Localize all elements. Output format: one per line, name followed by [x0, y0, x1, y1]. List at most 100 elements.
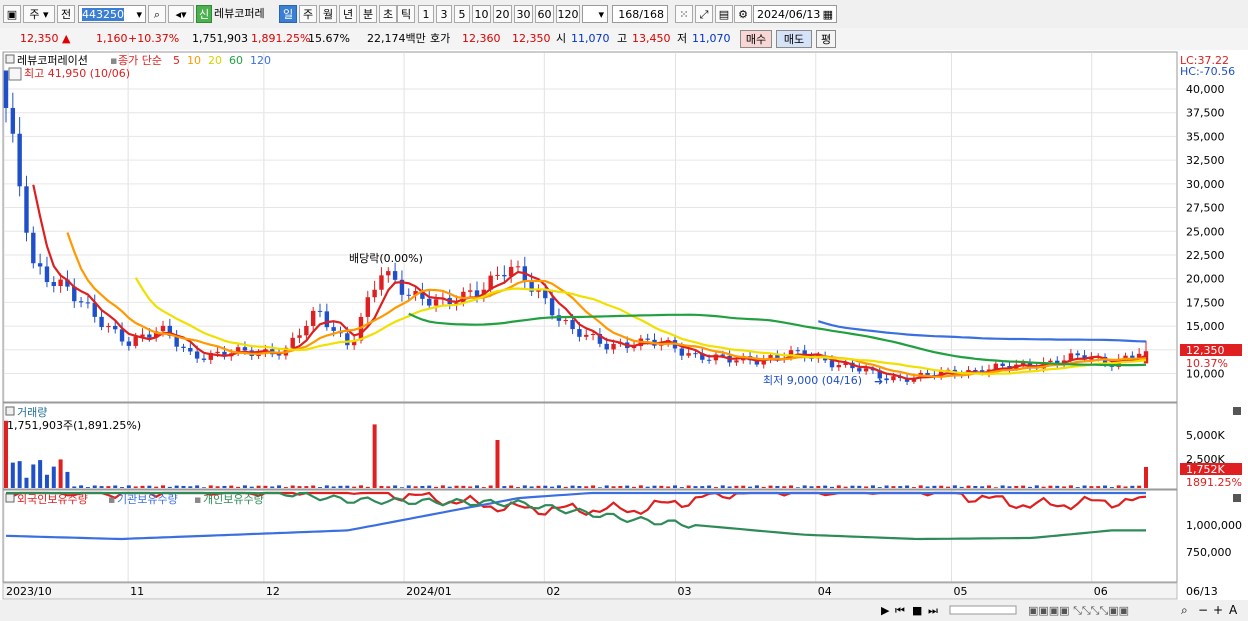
- zoom-out-icon[interactable]: −: [1198, 603, 1208, 617]
- forward-icon[interactable]: ⏭: [928, 604, 938, 617]
- tab-tick[interactable]: 틱: [397, 5, 415, 23]
- volume-bar: [870, 485, 875, 488]
- speaker-icon[interactable]: ◂▾: [168, 5, 194, 23]
- price-value: 12,350: [20, 32, 59, 45]
- count-field[interactable]: 168/168: [612, 5, 668, 23]
- tab-second[interactable]: 초: [379, 5, 397, 23]
- eval-button[interactable]: 평: [816, 30, 836, 48]
- volume-bar: [556, 485, 561, 488]
- candle-body: [549, 298, 555, 316]
- scroll-slider[interactable]: [949, 605, 1017, 615]
- volume-bar: [379, 485, 384, 488]
- tab-day[interactable]: 일: [279, 5, 297, 23]
- high-value: 13,450: [632, 32, 671, 45]
- volume-bar: [515, 487, 520, 488]
- tab-year[interactable]: 년: [339, 5, 357, 23]
- calendar-icon[interactable]: [8, 67, 22, 81]
- zoom-in-icon[interactable]: +: [1213, 603, 1223, 617]
- interval-20[interactable]: 20: [493, 5, 512, 23]
- date-input[interactable]: 2024/06/13 ▦: [753, 5, 837, 23]
- volume-bar: [297, 486, 302, 488]
- volume-bar: [1034, 485, 1039, 488]
- interval-1[interactable]: 1: [418, 5, 434, 23]
- holding-axis-1000000: 1,000,000: [1186, 519, 1242, 532]
- volume-bar: [591, 485, 596, 488]
- tab-week[interactable]: 주: [299, 5, 317, 23]
- current-price: 12,350 ▲: [20, 30, 70, 48]
- volume-bar: [270, 486, 275, 488]
- font-size-icon[interactable]: A: [1229, 603, 1238, 617]
- candle-body: [331, 327, 336, 331]
- play-icon[interactable]: ▶: [881, 604, 890, 617]
- price-axis-label: 15,000: [1186, 320, 1225, 333]
- volume-bar: [290, 485, 295, 488]
- interval-5[interactable]: 5: [454, 5, 470, 23]
- candle-body: [686, 353, 691, 356]
- volume-bar: [1027, 486, 1032, 488]
- buy-button[interactable]: 매수: [740, 30, 772, 48]
- holding-title-foreign: 외국인보유수량: [17, 493, 88, 506]
- volume-bar: [911, 487, 916, 488]
- stock-chart[interactable]: 레뷰코퍼레이션 ▪ 종가 단순 5 10 20 60 120 최고 41,950…: [0, 50, 1248, 621]
- bid-ask-value: 12,360: [462, 32, 501, 45]
- volume-bar: [283, 487, 288, 488]
- interval-3[interactable]: 3: [436, 5, 452, 23]
- candle-body: [324, 311, 330, 328]
- x-tick-label: 02: [546, 585, 560, 598]
- interval-10[interactable]: 10: [472, 5, 491, 23]
- legend-ma60: 60: [229, 54, 243, 67]
- volume-bar: [864, 486, 869, 488]
- volume-bar: [809, 486, 814, 488]
- chart-menu-icon[interactable]: ▣: [3, 5, 21, 23]
- interval-custom-select[interactable]: ▾: [582, 5, 608, 23]
- volume-bar: [427, 485, 432, 488]
- save-icon[interactable]: ▤: [715, 5, 733, 23]
- x-tick-label: 2024/01: [406, 585, 452, 598]
- volume-bar: [795, 487, 800, 488]
- volume-bar: [686, 485, 691, 488]
- gear-icon[interactable]: ⚙: [734, 5, 752, 23]
- interval-120[interactable]: 120: [556, 5, 580, 23]
- volume-current: 1,751,903주(1,891.25%): [7, 419, 141, 432]
- volume-bar: [468, 486, 473, 488]
- volume-bar: [79, 485, 84, 488]
- code-input[interactable]: 443250 ▾: [78, 5, 146, 23]
- volume-bar: [454, 485, 459, 488]
- price-axis-label: 17,500: [1186, 296, 1225, 309]
- volume-bar: [1021, 485, 1026, 488]
- layout-icons[interactable]: ▣▣▣▣ ⤡⤡⤡⤡▣▣: [1028, 604, 1129, 617]
- candle-body: [836, 365, 842, 368]
- candle-body: [317, 310, 323, 312]
- candle-body: [1048, 360, 1053, 362]
- count-value: 168: [618, 8, 640, 21]
- stop-icon[interactable]: ■: [912, 604, 922, 617]
- crosshair-icon[interactable]: ⤢: [695, 5, 713, 23]
- volume-bar: [386, 486, 391, 488]
- volume-bar: [823, 485, 828, 488]
- volume-close-icon[interactable]: [1233, 407, 1241, 415]
- zoom-icon[interactable]: ⌕: [1181, 603, 1188, 617]
- rewind-icon[interactable]: ⏮: [895, 604, 905, 617]
- prev-button[interactable]: 전: [57, 5, 75, 23]
- volume-bar: [1116, 485, 1121, 488]
- tab-minute[interactable]: 분: [359, 5, 377, 23]
- volume-bar: [249, 486, 254, 488]
- candle-body: [386, 271, 391, 276]
- holding-close-icon[interactable]: [1233, 494, 1241, 502]
- x-tick-label: 2023/10: [6, 585, 52, 598]
- candle-body: [194, 351, 200, 359]
- interval-30[interactable]: 30: [514, 5, 533, 23]
- candle-body: [433, 299, 439, 306]
- price-axis-label: 35,000: [1186, 130, 1225, 143]
- market-select[interactable]: 주 ▾: [23, 5, 55, 23]
- price-change: 1,160: [96, 32, 128, 45]
- volume-bar: [720, 485, 725, 488]
- volume-bar: [1075, 487, 1080, 488]
- search-icon[interactable]: ⌕: [148, 5, 166, 23]
- sell-button[interactable]: 매도: [776, 30, 812, 48]
- dots-icon[interactable]: ⁙: [675, 5, 693, 23]
- tab-month[interactable]: 월: [319, 5, 337, 23]
- legend-box-icon: [5, 54, 15, 64]
- interval-60[interactable]: 60: [535, 5, 554, 23]
- volume-bar: [85, 487, 90, 488]
